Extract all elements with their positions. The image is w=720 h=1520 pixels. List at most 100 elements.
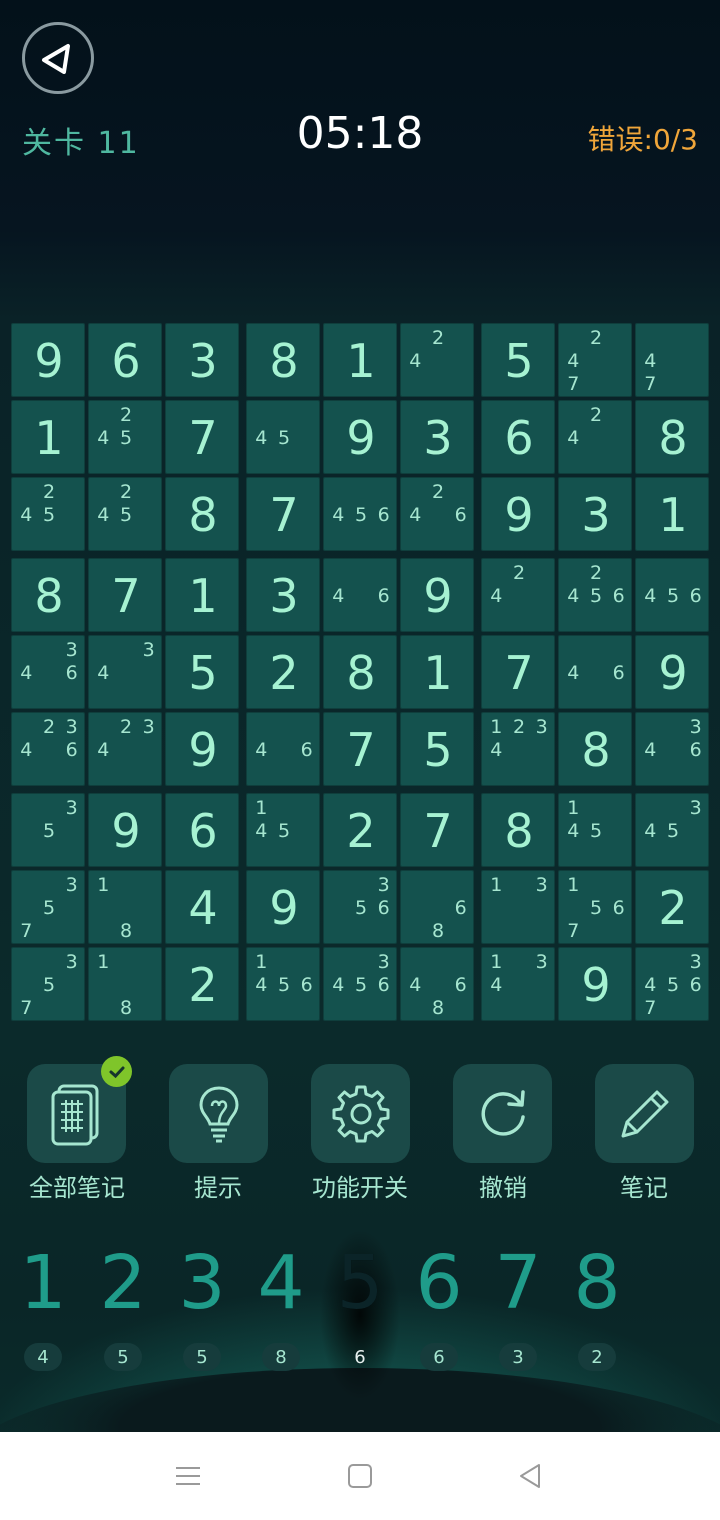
sudoku-cell[interactable]: 7 bbox=[323, 712, 397, 786]
sudoku-cell[interactable]: 145 bbox=[558, 793, 632, 867]
sudoku-cell[interactable]: 123 4 bbox=[481, 712, 555, 786]
sudoku-cell[interactable]: 9 bbox=[635, 635, 709, 709]
sudoku-cell[interactable]: 46 bbox=[323, 558, 397, 632]
sudoku-cell[interactable]: 3 bbox=[165, 323, 239, 397]
sudoku-cell[interactable]: 9 bbox=[246, 870, 320, 944]
sudoku-cell[interactable]: 18 bbox=[88, 947, 162, 1021]
number-button-3[interactable]: 3 bbox=[167, 1240, 237, 1330]
sudoku-cell[interactable]: 3 bbox=[246, 558, 320, 632]
number-button-2[interactable]: 2 bbox=[88, 1240, 158, 1330]
sudoku-cell[interactable]: 2 bbox=[323, 793, 397, 867]
sudoku-cell[interactable]: 9 bbox=[88, 793, 162, 867]
sudoku-cell[interactable]: 5 bbox=[400, 712, 474, 786]
note-slot-empty bbox=[60, 480, 83, 503]
sudoku-cell[interactable]: 24 6 bbox=[400, 477, 474, 551]
sudoku-cell[interactable]: 2 bbox=[165, 947, 239, 1021]
sudoku-cell[interactable]: 34 bbox=[88, 635, 162, 709]
sudoku-cell[interactable]: 8 bbox=[558, 712, 632, 786]
sudoku-cell[interactable]: 6 bbox=[165, 793, 239, 867]
sudoku-cell[interactable]: 2 bbox=[246, 635, 320, 709]
sudoku-cell[interactable]: 5 bbox=[165, 635, 239, 709]
sudoku-cell[interactable]: 1 bbox=[635, 477, 709, 551]
sudoku-cell[interactable]: 245 bbox=[88, 400, 162, 474]
undo-button[interactable] bbox=[453, 1064, 552, 1163]
sudoku-cell[interactable]: 9 bbox=[558, 947, 632, 1021]
hint-button[interactable] bbox=[169, 1064, 268, 1163]
sudoku-cell[interactable]: 1 bbox=[165, 558, 239, 632]
note-digit: 6 bbox=[300, 973, 313, 996]
sudoku-cell[interactable]: 8 bbox=[165, 477, 239, 551]
sudoku-cell[interactable]: 3 45 bbox=[635, 793, 709, 867]
number-button-6[interactable]: 6 bbox=[404, 1240, 474, 1330]
settings-button[interactable] bbox=[311, 1064, 410, 1163]
sudoku-cell[interactable]: 8 bbox=[11, 558, 85, 632]
number-button-8[interactable]: 8 bbox=[562, 1240, 632, 1330]
sudoku-cell[interactable]: 1 3 4 bbox=[481, 947, 555, 1021]
sudoku-cell[interactable]: 7 bbox=[165, 400, 239, 474]
sudoku-cell[interactable]: 145 bbox=[246, 793, 320, 867]
sudoku-cell[interactable]: 1456 bbox=[246, 947, 320, 1021]
home-nav-button[interactable] bbox=[340, 1460, 380, 1492]
sudoku-cell[interactable]: 3 4 6 bbox=[635, 712, 709, 786]
sudoku-cell[interactable]: 9 bbox=[165, 712, 239, 786]
back-nav-button[interactable] bbox=[510, 1460, 550, 1492]
sudoku-cell[interactable]: 7 bbox=[246, 477, 320, 551]
sudoku-cell[interactable]: 35 bbox=[11, 793, 85, 867]
sudoku-cell[interactable]: 356 bbox=[323, 870, 397, 944]
sudoku-cell[interactable]: 9 bbox=[11, 323, 85, 397]
sudoku-cell[interactable]: 6 bbox=[481, 400, 555, 474]
sudoku-cell[interactable]: 46 bbox=[246, 712, 320, 786]
sudoku-cell[interactable]: 24 bbox=[481, 558, 555, 632]
sudoku-cell[interactable]: 47 bbox=[635, 323, 709, 397]
sudoku-cell[interactable]: 24 bbox=[558, 400, 632, 474]
sudoku-cell[interactable]: 456 bbox=[635, 558, 709, 632]
number-button-5[interactable]: 5 bbox=[325, 1240, 395, 1330]
sudoku-cell[interactable]: 245 bbox=[11, 477, 85, 551]
number-button-1[interactable]: 1 bbox=[8, 1240, 78, 1330]
sudoku-cell[interactable]: 4 68 bbox=[400, 947, 474, 1021]
sudoku-cell[interactable]: 245 bbox=[88, 477, 162, 551]
sudoku-cell[interactable]: 45 bbox=[246, 400, 320, 474]
sudoku-cell[interactable]: 13 bbox=[481, 870, 555, 944]
menu-nav-button[interactable] bbox=[168, 1460, 208, 1492]
sudoku-cell[interactable]: 9 bbox=[400, 558, 474, 632]
sudoku-cell[interactable]: 1 bbox=[11, 400, 85, 474]
sudoku-cell[interactable]: 24 bbox=[400, 323, 474, 397]
sudoku-cell[interactable]: 2 bbox=[635, 870, 709, 944]
sudoku-cell[interactable]: 46 bbox=[558, 635, 632, 709]
number-button-7[interactable]: 7 bbox=[483, 1240, 553, 1330]
sudoku-cell[interactable]: 8 bbox=[246, 323, 320, 397]
sudoku-cell[interactable]: 357 bbox=[11, 947, 85, 1021]
cell-value: 7 bbox=[111, 569, 141, 623]
sudoku-cell[interactable]: 7 bbox=[400, 793, 474, 867]
sudoku-cell[interactable]: 3 456 bbox=[323, 947, 397, 1021]
back-button[interactable] bbox=[22, 22, 94, 94]
sudoku-cell[interactable]: 7 bbox=[481, 635, 555, 709]
sudoku-cell[interactable]: 18 bbox=[88, 870, 162, 944]
sudoku-cell[interactable]: 3 bbox=[558, 477, 632, 551]
sudoku-cell[interactable]: 23 4 6 bbox=[11, 712, 85, 786]
notes-button[interactable] bbox=[595, 1064, 694, 1163]
sudoku-cell[interactable]: 8 bbox=[481, 793, 555, 867]
sudoku-cell[interactable]: 4 bbox=[165, 870, 239, 944]
number-button-4[interactable]: 4 bbox=[246, 1240, 316, 1330]
sudoku-cell[interactable]: 6 bbox=[88, 323, 162, 397]
sudoku-cell[interactable]: 3 4 6 bbox=[11, 635, 85, 709]
sudoku-cell[interactable]: 3 bbox=[400, 400, 474, 474]
sudoku-cell[interactable]: 357 bbox=[11, 870, 85, 944]
sudoku-cell[interactable]: 2456 bbox=[558, 558, 632, 632]
sudoku-cell[interactable]: 5 bbox=[481, 323, 555, 397]
sudoku-cell[interactable]: 1 bbox=[400, 635, 474, 709]
sudoku-cell[interactable]: 247 bbox=[558, 323, 632, 397]
sudoku-cell[interactable]: 7 bbox=[88, 558, 162, 632]
sudoku-cell[interactable]: 23 4 bbox=[88, 712, 162, 786]
sudoku-cell[interactable]: 8 bbox=[323, 635, 397, 709]
sudoku-cell[interactable]: 456 bbox=[323, 477, 397, 551]
sudoku-cell[interactable]: 9 bbox=[481, 477, 555, 551]
sudoku-cell[interactable]: 1 bbox=[323, 323, 397, 397]
sudoku-cell[interactable]: 8 bbox=[635, 400, 709, 474]
sudoku-cell[interactable]: 9 bbox=[323, 400, 397, 474]
sudoku-cell[interactable]: 1567 bbox=[558, 870, 632, 944]
sudoku-cell[interactable]: 68 bbox=[400, 870, 474, 944]
sudoku-cell[interactable]: 3 456 7 bbox=[635, 947, 709, 1021]
